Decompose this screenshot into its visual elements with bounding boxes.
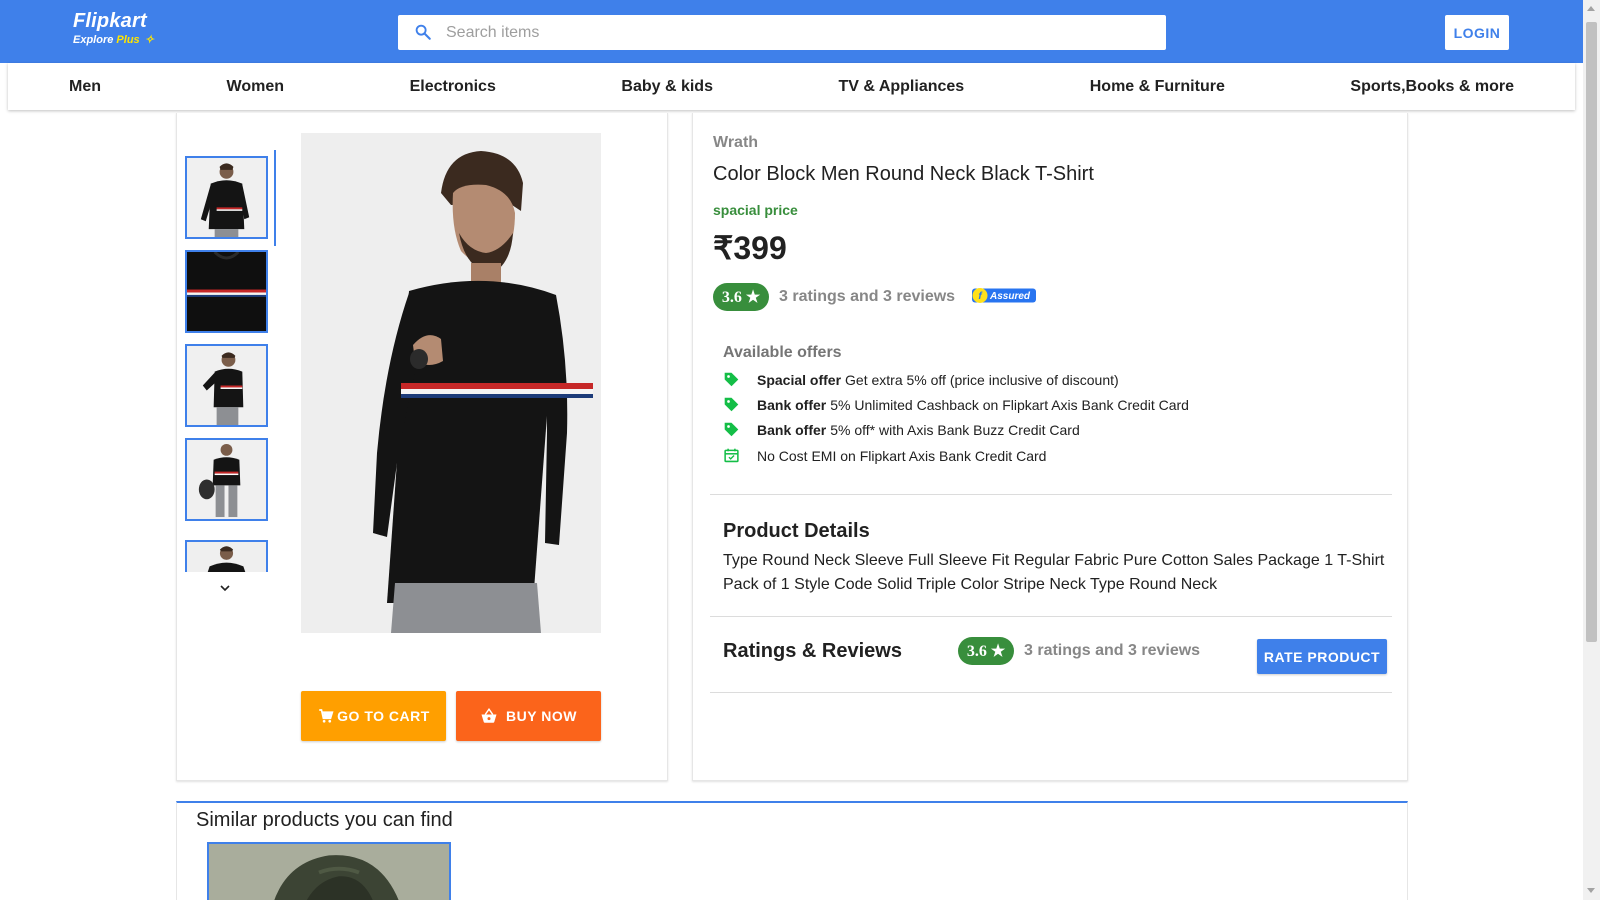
category-tv-appliances[interactable]: TV & Appliances xyxy=(839,78,965,96)
similar-products-section: Similar products you can find xyxy=(176,801,1408,900)
scroll-up-arrow-icon[interactable] xyxy=(1587,6,1595,11)
offer-item: No Cost EMI on Flipkart Axis Bank Credit… xyxy=(723,447,1046,464)
offer-text: 5% off* with Axis Bank Buzz Credit Card xyxy=(830,421,1080,438)
similar-product-card[interactable] xyxy=(207,842,451,900)
plus-star-icon: ✧ xyxy=(144,34,154,46)
logo-explore: Explore xyxy=(73,34,114,46)
offers-title: Available offers xyxy=(723,344,842,361)
product-price: ₹399 xyxy=(713,230,787,266)
product-details-text: Type Round Neck Sleeve Full Sleeve Fit R… xyxy=(723,552,1385,593)
similar-products-title: Similar products you can find xyxy=(196,809,453,831)
search-input[interactable] xyxy=(446,15,1146,50)
product-gallery-panel: GO TO CART BUY NOW xyxy=(176,113,668,781)
buy-now-label: BUY NOW xyxy=(506,708,577,724)
category-men[interactable]: Men xyxy=(69,78,101,96)
thumbnail-3[interactable] xyxy=(185,344,268,427)
category-home-furniture[interactable]: Home & Furniture xyxy=(1090,78,1225,96)
rating-summary[interactable]: 3 ratings and 3 reviews xyxy=(779,288,955,306)
section-divider xyxy=(710,494,1392,495)
buy-now-button[interactable]: BUY NOW xyxy=(456,691,601,741)
thumbnail-4[interactable] xyxy=(185,438,268,521)
rating-badge: 3.6 ★ xyxy=(958,637,1014,665)
product-title: Color Block Men Round Neck Black T-Shirt xyxy=(713,163,1094,185)
top-header: Flipkart Explore Plus ✧ LOGIN xyxy=(0,0,1583,63)
main-product-image[interactable] xyxy=(301,133,601,633)
active-thumbnail-indicator xyxy=(274,150,276,246)
offer-type: Spacial offer xyxy=(757,371,842,388)
category-nav: Men Women Electronics Baby & kids TV & A… xyxy=(8,63,1575,110)
scroll-thumb[interactable] xyxy=(1586,22,1597,642)
chevron-down-icon[interactable] xyxy=(219,582,231,594)
go-to-cart-label: GO TO CART xyxy=(337,708,430,724)
thumbnail-1[interactable] xyxy=(185,156,268,239)
category-baby-kids[interactable]: Baby & kids xyxy=(621,78,713,96)
ratings-reviews-title: Ratings & Reviews xyxy=(723,640,902,662)
category-sports-books[interactable]: Sports,Books & more xyxy=(1350,78,1514,96)
cart-icon xyxy=(319,709,334,723)
go-to-cart-button[interactable]: GO TO CART xyxy=(301,691,446,741)
search-icon xyxy=(415,24,431,40)
tag-icon xyxy=(724,422,739,437)
special-price-label: spacial price xyxy=(713,202,798,218)
thumbnail-5[interactable] xyxy=(185,540,268,572)
category-electronics[interactable]: Electronics xyxy=(410,78,496,96)
scroll-down-arrow-icon[interactable] xyxy=(1587,888,1595,893)
shopping-basket-icon xyxy=(481,707,497,723)
calendar-check-icon xyxy=(724,448,739,463)
product-brand: Wrath xyxy=(713,134,759,151)
rating-badge: 3.6 ★ xyxy=(713,283,769,311)
search-bar xyxy=(398,15,1166,50)
assured-badge-icon: f Assured xyxy=(972,288,1036,303)
logo-title: Flipkart xyxy=(73,10,147,32)
offer-text: 5% Unlimited Cashback on Flipkart Axis B… xyxy=(830,396,1189,413)
flipkart-logo[interactable]: Flipkart Explore Plus ✧ xyxy=(73,10,154,46)
logo-plus: Plus xyxy=(116,34,140,46)
login-button[interactable]: LOGIN xyxy=(1445,15,1509,50)
offer-item: Spacial offer Get extra 5% off (price in… xyxy=(723,371,1119,388)
offer-text: No Cost EMI on Flipkart Axis Bank Credit… xyxy=(757,447,1047,464)
rating-summary: 3 ratings and 3 reviews xyxy=(1024,642,1201,659)
offer-type: Bank offer xyxy=(757,421,827,438)
offer-text: Get extra 5% off (price inclusive of dis… xyxy=(845,371,1119,388)
category-women[interactable]: Women xyxy=(227,78,284,96)
page-scrollbar[interactable] xyxy=(1583,0,1600,900)
tag-icon xyxy=(724,397,739,412)
rate-product-button[interactable]: RATE PRODUCT xyxy=(1257,639,1387,674)
thumbnail-2[interactable] xyxy=(185,250,268,333)
product-info-panel: Wrath Color Block Men Round Neck Black T… xyxy=(692,113,1408,781)
tag-icon xyxy=(724,372,739,387)
offer-type: Bank offer xyxy=(757,396,827,413)
offer-item: Bank offer 5% Unlimited Cashback on Flip… xyxy=(723,396,1189,413)
logo-subtitle: Explore Plus ✧ xyxy=(73,33,154,46)
assured-label: Assured xyxy=(989,291,1031,302)
offer-item: Bank offer 5% off* with Axis Bank Buzz C… xyxy=(723,421,1080,438)
section-divider xyxy=(710,616,1392,617)
section-divider xyxy=(710,692,1392,693)
product-details-title: Product Details xyxy=(723,520,870,542)
